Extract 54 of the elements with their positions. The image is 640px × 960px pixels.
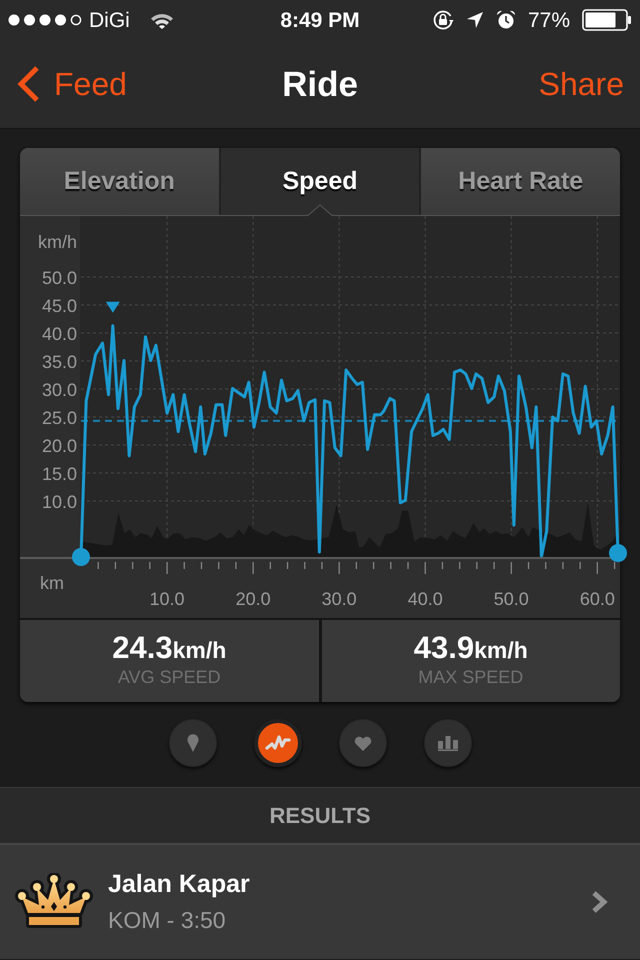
location-arrow-icon [466,11,484,29]
peak-marker-icon [106,302,120,313]
stat-value: 43.9 [414,632,474,663]
view-toggle-button[interactable] [424,719,472,767]
alarm-clock-icon [496,10,516,30]
y-axis-label: 45.0 [42,296,77,316]
end-point-icon[interactable] [609,544,627,562]
y-axis-unit: km/h [38,232,77,252]
start-point-icon[interactable] [72,548,90,566]
rotation-lock-icon [432,9,454,31]
y-axis-label: 10.0 [42,492,77,512]
chevron-right-icon [590,890,608,914]
chevron-left-icon [16,65,40,103]
x-axis-label: 10.0 [150,589,185,609]
activity-graph-icon [264,734,290,752]
crown-icon [15,873,93,931]
back-button[interactable]: Feed [16,65,127,103]
segment-result: KOM - 3:50 [108,906,226,935]
view-toggle-button[interactable] [338,719,386,767]
view-toggle-button[interactable] [168,719,216,767]
share-button[interactable]: Share [538,68,624,100]
clock-time: 8:49 PM [280,10,360,30]
chart-tab[interactable]: Heart Rate [419,148,620,215]
x-axis-label: 20.0 [236,589,271,609]
section-title: RESULTS [269,802,371,830]
y-axis-label: 50.0 [42,268,77,288]
carrier-name: DiGi [89,10,130,30]
wifi-icon [150,12,174,28]
chart-tab[interactable]: Elevation [20,148,219,215]
signal-strength-icon [8,14,82,26]
battery-icon [582,9,632,31]
stat-unit: km/h [474,639,528,662]
view-toggle-button[interactable] [254,719,302,767]
segment-result-row[interactable]: Jalan Kapar KOM - 3:50 [0,843,640,959]
x-axis-label: 40.0 [408,589,443,609]
segment-name: Jalan Kapar [108,869,250,900]
x-axis-unit: km [40,573,64,593]
x-axis-label: 50.0 [494,589,529,609]
battery-percent: 77% [528,10,570,30]
map-pin-icon [186,734,198,752]
y-axis-label: 35.0 [42,352,77,372]
bar-chart-icon [436,735,458,751]
y-axis-label: 25.0 [42,408,77,428]
stat-value: 24.3 [112,632,173,663]
chart-tab[interactable]: Speed [218,148,420,215]
stat-unit: km/h [172,639,226,662]
y-axis-label: 20.0 [42,436,77,456]
y-axis-label: 40.0 [42,324,77,344]
y-axis-label: 15.0 [42,464,77,484]
heart-icon [354,736,372,750]
x-axis-label: 30.0 [322,589,357,609]
x-axis-label: 60.0 [580,589,615,609]
screen-title: Ride [282,66,358,102]
y-axis-label: 30.0 [42,380,77,400]
